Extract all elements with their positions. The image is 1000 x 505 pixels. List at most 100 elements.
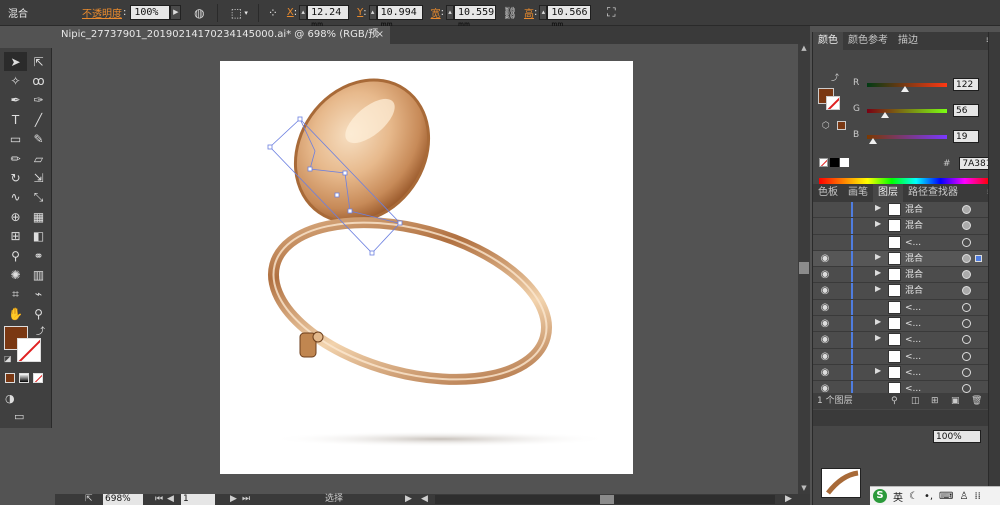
recolor-artwork-icon[interactable]: ◍ — [191, 5, 207, 21]
slider-r[interactable]: R 122 — [853, 78, 998, 92]
visibility-eye-icon[interactable]: ◉ — [818, 318, 832, 330]
channel-knob[interactable] — [880, 112, 889, 118]
next-page-icon[interactable]: ▶ — [230, 494, 237, 505]
tab-brushes[interactable]: 画笔 — [843, 184, 873, 202]
perspective-grid-tool-icon[interactable]: ▦ — [27, 207, 50, 226]
layer-name[interactable]: 混合 — [905, 267, 923, 283]
eraser-tool-icon[interactable]: ▱ — [27, 149, 50, 168]
warp-tool-icon[interactable]: ∿ — [4, 188, 27, 207]
visibility-eye-icon[interactable]: ◉ — [818, 351, 832, 363]
tab-stroke[interactable]: 描边 — [893, 32, 923, 50]
slider-b[interactable]: B 19 — [853, 130, 998, 144]
none-swatch[interactable] — [819, 158, 828, 167]
layer-row[interactable]: ◉ <... — [813, 348, 993, 365]
selection-indicator[interactable] — [975, 254, 982, 262]
first-page-icon[interactable]: ⏮ — [155, 494, 163, 505]
grid-icon[interactable]: ⁞⁞ — [974, 491, 980, 502]
opacity-input[interactable]: 100% — [130, 5, 171, 20]
layer-row[interactable]: <... — [813, 234, 993, 251]
prev-page-icon[interactable]: ◀ — [167, 494, 174, 505]
mesh-tool-icon[interactable]: ⊞ — [4, 227, 27, 246]
gradient-mode-button[interactable] — [19, 373, 29, 383]
vertical-scrollbar[interactable]: ▲ ▼ — [798, 44, 810, 494]
width-input[interactable]: 10.559 mm — [453, 5, 496, 31]
target-circle-icon[interactable] — [962, 351, 971, 361]
layer-name[interactable]: 混合 — [905, 218, 923, 234]
none-mode-button[interactable] — [33, 373, 43, 383]
gamut-swatch[interactable] — [837, 121, 846, 130]
transparency-opacity-input[interactable]: 100% — [933, 430, 981, 443]
lasso-tool-icon[interactable]: ꝏ — [27, 71, 50, 90]
status-menu-icon[interactable]: ▶ — [405, 494, 412, 505]
layer-name[interactable]: 混合 — [905, 202, 923, 218]
type-tool-icon[interactable]: T — [4, 110, 27, 129]
slider-g[interactable]: G 56 — [853, 104, 998, 118]
visibility-eye-icon[interactable] — [818, 237, 832, 249]
opacity-dropdown-button[interactable]: ▶ — [170, 5, 182, 20]
expand-triangle-icon[interactable]: ▶ — [875, 284, 881, 293]
blend-tool-icon[interactable]: ⚭ — [27, 246, 50, 265]
height-input[interactable]: 10.566 mm — [547, 5, 592, 31]
paintbrush-tool-icon[interactable]: ✎ — [27, 130, 50, 149]
target-circle-icon[interactable] — [962, 367, 971, 377]
ime-language[interactable]: 英 — [893, 489, 903, 504]
y-input[interactable]: 10.994 mm — [376, 5, 423, 31]
width-stepper[interactable]: ▴ — [445, 5, 454, 20]
target-circle-icon[interactable] — [962, 237, 971, 247]
channel-track[interactable] — [867, 135, 947, 139]
horizontal-scroll-left-icon[interactable]: ◀ — [421, 494, 428, 505]
shape-builder-tool-icon[interactable]: ⊕ — [4, 207, 27, 226]
height-stepper[interactable]: ▴ — [539, 5, 548, 20]
direct-selection-tool-icon[interactable]: ⇱ — [27, 52, 50, 71]
tab-color-guide[interactable]: 颜色参考 — [843, 32, 893, 50]
swap-fill-stroke-icon[interactable]: ⤴ — [831, 72, 839, 83]
expand-triangle-icon[interactable]: ▶ — [875, 366, 881, 375]
target-circle-icon[interactable] — [962, 384, 971, 394]
screen-mode-icon[interactable]: ▭ — [14, 410, 24, 423]
visibility-eye-icon[interactable]: ◉ — [818, 285, 832, 297]
expand-triangle-icon[interactable]: ▶ — [875, 317, 881, 326]
layer-name[interactable]: <... — [905, 332, 921, 348]
punctuation-icon[interactable]: •, — [924, 491, 933, 502]
layer-row[interactable]: ◉ ▶ <... — [813, 332, 993, 349]
sogou-logo-icon[interactable]: S — [873, 489, 887, 503]
keyboard-icon[interactable]: ⌨ — [939, 491, 953, 502]
layer-name[interactable]: <... — [905, 316, 921, 332]
horizontal-scroll-thumb[interactable] — [600, 495, 614, 504]
tab-pathfinder[interactable]: 路径查找器 — [903, 184, 963, 202]
channel-value-input[interactable]: 122 — [953, 78, 979, 91]
swap-colors-icon[interactable]: ⤴ — [36, 324, 45, 337]
scale-tool-icon[interactable]: ⇲ — [27, 168, 50, 187]
layer-row[interactable]: ◉ ▶ 混合 — [813, 267, 993, 284]
tab-swatches[interactable]: 色板 — [813, 184, 843, 202]
color-mode-button[interactable] — [5, 373, 15, 383]
rectangle-tool-icon[interactable]: ▭ — [4, 130, 27, 149]
layer-name[interactable]: <... — [905, 349, 921, 365]
reference-point-icon[interactable]: ⁘ — [265, 5, 281, 21]
target-circle-icon[interactable] — [962, 253, 971, 263]
layer-name[interactable]: 混合 — [905, 251, 923, 267]
last-page-icon[interactable]: ⏭ — [242, 494, 250, 505]
color-stroke-swatch[interactable] — [826, 96, 840, 110]
expand-triangle-icon[interactable]: ▶ — [875, 333, 881, 342]
opacity-label[interactable]: 不透明度 — [82, 5, 122, 20]
magic-wand-tool-icon[interactable]: ✧ — [4, 71, 27, 90]
visibility-eye-icon[interactable]: ◉ — [818, 334, 832, 346]
new-layer-icon[interactable]: ▣ — [951, 393, 960, 409]
expand-triangle-icon[interactable]: ▶ — [875, 219, 881, 228]
layer-row[interactable]: ▶ 混合 — [813, 218, 993, 235]
visibility-eye-icon[interactable] — [818, 220, 832, 232]
layer-row[interactable]: ◉ ▶ <... — [813, 316, 993, 333]
target-circle-icon[interactable] — [962, 319, 971, 329]
zoom-level[interactable]: 698% — [103, 494, 143, 505]
user-icon[interactable]: ♙ — [959, 491, 968, 502]
delete-layer-icon[interactable]: 🗑 — [971, 393, 982, 409]
layer-name[interactable]: <... — [905, 365, 921, 381]
slice-tool-icon[interactable]: ⌁ — [27, 285, 50, 304]
visibility-eye-icon[interactable]: ◉ — [818, 302, 832, 314]
target-circle-icon[interactable] — [962, 286, 971, 296]
horizontal-scroll-right-icon[interactable]: ▶ — [785, 494, 792, 505]
hand-tool-icon[interactable]: ✋ — [4, 304, 27, 323]
moon-icon[interactable]: ☾ — [909, 491, 918, 502]
zoom-tool-icon[interactable]: ⚲ — [27, 304, 50, 323]
